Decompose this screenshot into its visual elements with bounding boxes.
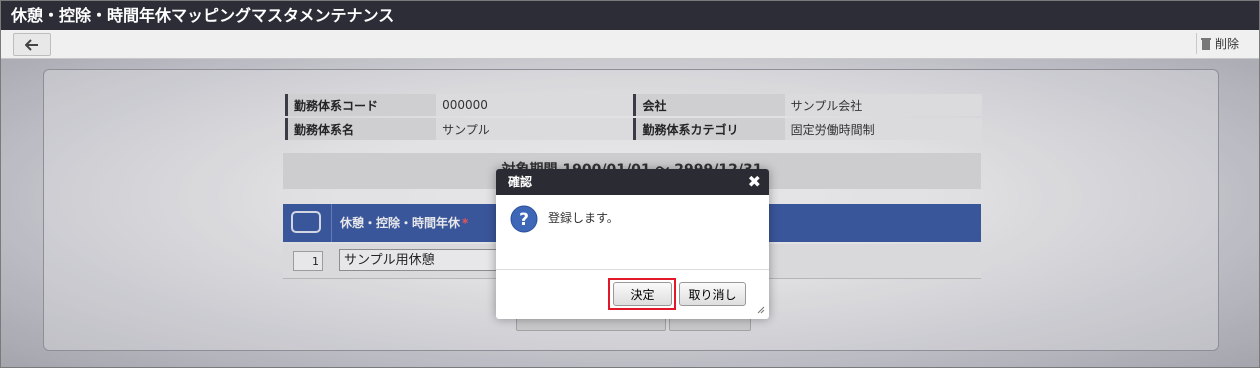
back-button[interactable]: [13, 33, 51, 56]
dialog-header[interactable]: 確認 ✖: [496, 169, 769, 195]
app-window: 休憩・控除・時間年休マッピングマスタメンテナンス 削除 勤務体系コード 0000…: [0, 0, 1260, 368]
dialog-title: 確認: [508, 175, 533, 189]
dialog-footer: 決定 取り消し: [496, 270, 769, 318]
page-title: 休憩・控除・時間年休マッピングマスタメンテナンス: [11, 6, 395, 25]
delete-button[interactable]: 削除: [1195, 33, 1245, 54]
toolbar: 削除: [1, 30, 1259, 59]
trash-icon: [1200, 37, 1211, 50]
close-icon[interactable]: ✖: [748, 169, 761, 195]
confirm-dialog: 確認 ✖ ? 登録します。 決定 取り消し: [496, 169, 769, 319]
delete-label: 削除: [1214, 37, 1239, 51]
arrow-left-icon: [25, 38, 38, 51]
title-bar: 休憩・控除・時間年休マッピングマスタメンテナンス: [1, 1, 1259, 30]
question-icon: ?: [510, 205, 538, 233]
resize-grip-icon[interactable]: [757, 306, 765, 314]
dialog-body: ? 登録します。: [496, 195, 769, 270]
cancel-button[interactable]: 取り消し: [679, 282, 746, 306]
svg-text:?: ?: [519, 210, 529, 230]
ok-button[interactable]: 決定: [613, 282, 672, 306]
dialog-message: 登録します。: [548, 211, 619, 225]
